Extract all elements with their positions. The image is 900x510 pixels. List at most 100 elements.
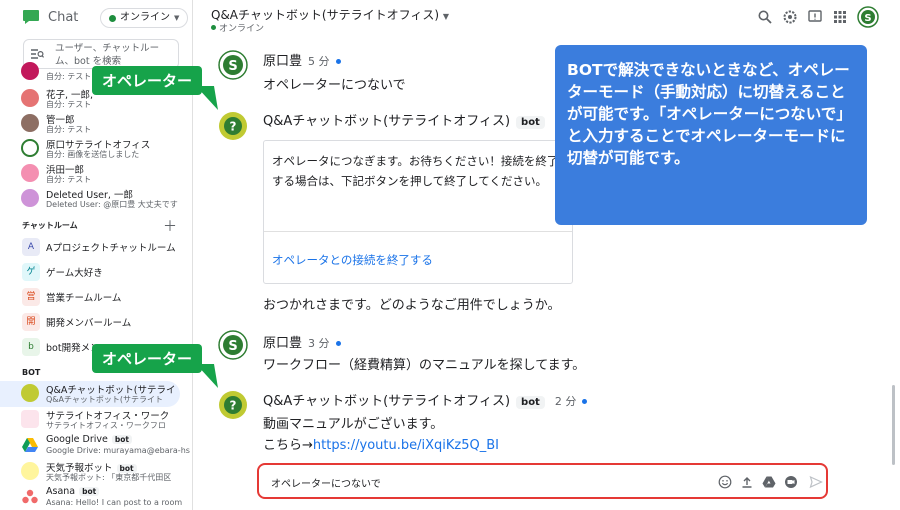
message-time: 5 分 xyxy=(308,55,330,68)
bot-item[interactable]: サテライトオフィス・ワーク サテライトオフィス・ワークフロ xyxy=(0,407,192,433)
bot-item-preview: 天気予報ボット: 「東京都千代田区 xyxy=(46,473,172,482)
unread-dot-icon xyxy=(582,399,588,404)
bot-avatar xyxy=(21,410,39,428)
message-text: オペレーターにつないで xyxy=(263,78,406,93)
bot-item-preview: Asana: Hello! I can post to a room xyxy=(46,498,183,507)
bot-tag: bot xyxy=(111,435,132,444)
search-placeholder: ユーザー、チャットルー ム、bot を検索 xyxy=(55,42,175,68)
dm-item-preview: 自分: テスト xyxy=(46,100,92,109)
bot-avatar: ? xyxy=(219,112,247,140)
end-operator-link[interactable]: オペレータとの接続を終了する xyxy=(272,252,433,268)
online-dot-icon xyxy=(109,14,116,22)
send-icon[interactable] xyxy=(809,475,823,489)
dm-item[interactable]: Deleted User, 一郎 Deleted User: @原口豊 大丈夫で… xyxy=(0,186,192,210)
asana-icon xyxy=(22,489,38,504)
google-drive-icon[interactable] xyxy=(762,475,776,489)
card-text: オペレータにつなぎます。お待ちください！接続を終了する場合は、下記ボタンを押して… xyxy=(272,154,559,188)
room-item-label: 開発メンバールーム xyxy=(46,318,132,329)
operator-callout: オペレーター xyxy=(92,66,203,95)
message-sender-name: Q&Aチャットボット(サテライトオフィス) xyxy=(263,114,511,129)
message-text-link-line: こちら→https://youtu.be/iXqiKz5Q_BI xyxy=(263,434,499,453)
bot-item-name: Google Drive bot xyxy=(46,434,132,445)
bot-item[interactable]: Google Drive bot Google Drive: murayama@e… xyxy=(0,433,192,459)
status-label: オンライン xyxy=(120,12,170,23)
unread-dot-icon xyxy=(335,59,341,64)
chat-app: Chat オンライン ▼ ユーザー、チャットルー ム、bot を検索 自分: テ… xyxy=(0,0,900,510)
callout-pointer xyxy=(196,86,218,110)
message-composer[interactable]: オペレーターにつないで xyxy=(257,463,828,499)
message-sender: Q&Aチャットボット(サテライトオフィス) bot xyxy=(263,110,545,129)
scrollbar[interactable] xyxy=(892,385,895,465)
message-text: おつかれさまです。どのようなご用件でしょうか。 xyxy=(263,298,561,313)
status-dropdown[interactable]: オンライン ▼ xyxy=(100,8,189,28)
apps-grid-icon[interactable] xyxy=(832,9,848,25)
upload-icon[interactable] xyxy=(740,475,754,489)
dm-item[interactable]: 浜田一郎 自分: テスト xyxy=(0,161,192,185)
feedback-icon[interactable] xyxy=(807,9,823,25)
bot-tag: bot xyxy=(79,487,100,496)
unread-dot-icon xyxy=(335,341,341,346)
room-item[interactable]: ゲ ゲーム大好き xyxy=(0,260,192,284)
gear-icon[interactable] xyxy=(782,9,798,25)
bot-item[interactable]: 天気予報ボット bot 天気予報ボット: 「東京都千代田区 xyxy=(0,459,192,485)
app-name: Chat xyxy=(48,10,79,25)
search-placeholder-line1: ユーザー、チャットルー xyxy=(55,43,160,54)
conversation-status-text: オンライン xyxy=(219,24,265,34)
dm-item-preview: 自分: テスト xyxy=(46,125,92,134)
emoji-icon[interactable] xyxy=(718,475,732,489)
annotation-box: BOTで解決できないときなど、オペレーターモード（手動対応）に切替えることが可能… xyxy=(555,45,867,225)
operator-callout: オペレーター xyxy=(92,344,203,373)
composer-input-text[interactable]: オペレーターにつないで xyxy=(271,475,381,490)
room-item[interactable]: 開 開発メンバールーム xyxy=(0,310,192,334)
rooms-section-label: チャットルーム xyxy=(22,221,78,230)
room-item[interactable]: A Aプロジェクトチャットルーム xyxy=(0,235,192,259)
message-link-prefix: こちら→ xyxy=(263,438,313,453)
message-sender-name: 原口豊 xyxy=(263,54,303,69)
bot-section-label: BOT xyxy=(22,368,41,377)
svg-text:S: S xyxy=(228,339,237,354)
message-text: 動画マニュアルがございます。 xyxy=(263,417,444,432)
bot-avatar xyxy=(21,384,39,402)
bot-item-active[interactable]: Q&Aチャットボット(サテライ Q&Aチャットボット(サテライト xyxy=(0,381,180,407)
room-item-label: ゲーム大好き xyxy=(46,268,103,279)
bot-item-preview: Q&Aチャットボット(サテライト xyxy=(46,395,164,404)
dm-item[interactable]: 原口サテライトオフィス 自分: 画像を送信しました xyxy=(0,136,192,160)
room-item[interactable]: 営 営業チームルーム xyxy=(0,285,192,309)
svg-text:?: ? xyxy=(230,120,237,134)
sun-icon xyxy=(21,462,39,480)
dm-item-preview: Deleted User: @原口豊 大丈夫です xyxy=(46,200,178,209)
svg-text:?: ? xyxy=(230,399,237,413)
room-icon: A xyxy=(22,238,40,256)
add-room-icon[interactable]: ＋ xyxy=(163,216,177,236)
svg-text:S: S xyxy=(864,13,871,24)
message-sender: Q&Aチャットボット(サテライトオフィス) bot 2 分 xyxy=(263,390,588,409)
avatar xyxy=(21,89,39,107)
account-avatar-icon[interactable]: S xyxy=(857,6,879,28)
search-input[interactable]: ユーザー、チャットルー ム、bot を検索 xyxy=(23,39,179,69)
bot-item-name-text: Google Drive xyxy=(46,434,108,445)
bot-item-name: Asana bot xyxy=(46,486,100,497)
bot-card: オペレータにつなぎます。お待ちください！接続を終了する場合は、下記ボタンを押して… xyxy=(263,140,573,284)
satellite-logo-avatar xyxy=(21,139,39,157)
online-dot-icon xyxy=(211,25,216,30)
sidebar-header: Chat オンライン ▼ xyxy=(0,0,192,36)
conversation-header: Q&Aチャットボット(サテライトオフィス) ▼ オンライン S xyxy=(193,0,900,36)
conversation-status: オンライン xyxy=(211,21,264,34)
search-icon[interactable] xyxy=(757,9,773,25)
message-time: 3 分 xyxy=(308,337,330,350)
room-icon: 営 xyxy=(22,288,40,306)
conversation-title-text: Q&Aチャットボット(サテライトオフィス) xyxy=(211,8,440,22)
meet-video-icon[interactable] xyxy=(784,475,798,489)
chevron-down-icon: ▼ xyxy=(174,14,180,22)
bot-item-preview: Google Drive: murayama@ebara-hs xyxy=(46,446,190,455)
bot-badge: bot xyxy=(516,396,545,409)
card-divider xyxy=(264,231,572,232)
bot-item[interactable]: Asana bot Asana: Hello! I can post to a r… xyxy=(0,485,192,510)
youtube-link[interactable]: https://youtu.be/iXqiKz5Q_BI xyxy=(313,438,499,453)
bot-item-name-text: Asana xyxy=(46,486,76,497)
avatar xyxy=(21,62,39,80)
dm-item-preview: 自分: テスト xyxy=(46,72,92,81)
dm-item[interactable]: 管一郎 自分: テスト xyxy=(0,111,192,135)
search-filter-icon xyxy=(31,49,44,59)
user-avatar: S xyxy=(218,330,248,360)
